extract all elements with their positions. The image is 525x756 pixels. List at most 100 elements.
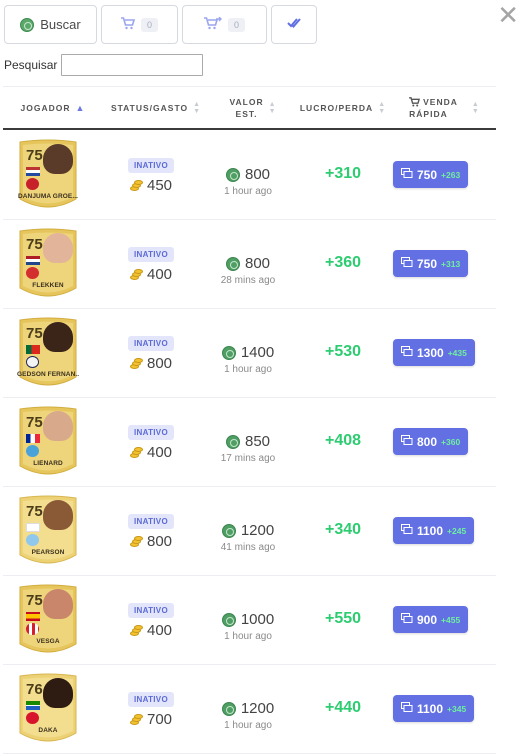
- coin-icon: [225, 256, 240, 271]
- sort-icon: ▲ ▼: [268, 101, 277, 115]
- table-row: 76 DAKA INATIVO 700 1200 1 hour ago +440…: [3, 665, 496, 754]
- status-cell: INATIVO 800: [111, 333, 191, 372]
- spent-value: 450: [146, 177, 173, 194]
- club-badge-icon: [26, 623, 39, 635]
- spent-value: 800: [146, 533, 173, 550]
- coins-icon: [129, 446, 143, 459]
- profit-value: +530: [324, 343, 362, 360]
- quick-sell-delta: +345: [447, 703, 467, 714]
- player-name: DANJUMA GROE...: [17, 193, 79, 200]
- quick-sell-icon: [401, 167, 413, 182]
- player-face: [43, 500, 73, 530]
- header-quick-sell[interactable]: VENDA RÁPIDA ▲ ▼: [393, 87, 496, 129]
- quick-sell-button[interactable]: 900 +455: [393, 606, 469, 633]
- profit-value: +408: [324, 432, 362, 449]
- status-badge: INATIVO: [128, 603, 174, 618]
- player-rating: 75: [26, 414, 43, 431]
- status-badge: INATIVO: [128, 425, 174, 440]
- club-badge-icon: [26, 534, 39, 546]
- header-player[interactable]: JOGADOR ▲: [3, 87, 103, 129]
- search-input[interactable]: [61, 54, 204, 76]
- quick-sell-delta: +313: [441, 258, 461, 269]
- player-card[interactable]: 76 DAKA: [17, 673, 79, 746]
- table-row: 75 GEDSON FERNAN... INATIVO 800 1400 1 h…: [3, 309, 496, 398]
- club-badge-icon: [26, 712, 39, 724]
- coin-icon: [20, 17, 35, 32]
- updated-time: 1 hour ago: [224, 631, 272, 642]
- updated-time: 1 hour ago: [224, 186, 272, 197]
- player-card[interactable]: 75 VESGA: [17, 584, 79, 657]
- profit-value: +440: [324, 699, 362, 716]
- player-rating: 76: [26, 681, 43, 698]
- player-card[interactable]: 75 LIÉNARD: [17, 406, 79, 479]
- updated-time: 1 hour ago: [224, 364, 272, 375]
- cart-button[interactable]: 0: [101, 5, 178, 44]
- header-profit[interactable]: LUCRO/PERDA ▲ ▼: [298, 87, 388, 129]
- toolbar: Buscar 0 0: [4, 5, 317, 44]
- value-cell: 850 17 mins ago: [198, 433, 298, 464]
- player-face: [43, 233, 73, 263]
- quick-sell-price: 1300: [417, 345, 444, 360]
- player-rating: 75: [26, 325, 43, 342]
- status-badge: INATIVO: [128, 158, 174, 173]
- quick-sell-button[interactable]: 1300 +435: [393, 339, 475, 366]
- player-card[interactable]: 75 GEDSON FERNAN...: [17, 317, 79, 390]
- club-badge-icon: [26, 356, 39, 368]
- quick-sell-icon: [401, 523, 413, 538]
- double-check-icon: [287, 16, 301, 34]
- flag-icon: [26, 701, 40, 710]
- player-rating: 75: [26, 147, 43, 164]
- player-rating: 75: [26, 236, 43, 253]
- updated-time: 41 mins ago: [220, 542, 276, 553]
- quick-sell-icon: [401, 612, 413, 627]
- club-badge-icon: [26, 267, 39, 279]
- player-name: FLEKKEN: [32, 282, 64, 289]
- table-row: 75 LIÉNARD INATIVO 400 850 17 mins ago +…: [3, 398, 496, 487]
- transfer-count: 0: [227, 17, 245, 32]
- player-face: [43, 411, 73, 441]
- coins-icon: [129, 357, 143, 370]
- buscar-button[interactable]: Buscar: [4, 5, 97, 44]
- status-badge: INATIVO: [128, 247, 174, 262]
- quick-sell-price: 1100: [417, 701, 444, 716]
- quick-sell-button[interactable]: 1100 +245: [393, 517, 475, 544]
- quick-sell-button[interactable]: 750 +263: [393, 161, 469, 188]
- player-card[interactable]: 75 FLEKKEN: [17, 228, 79, 301]
- table-row: 75 VESGA INATIVO 400 1000 1 hour ago +55…: [3, 576, 496, 665]
- coins-icon: [129, 713, 143, 726]
- value-cell: 800 1 hour ago: [198, 166, 298, 197]
- sort-icon: ▲ ▼: [378, 101, 387, 115]
- header-player-label: JOGADOR: [20, 103, 71, 113]
- spent-value: 400: [146, 622, 173, 639]
- value-cell: 1200 41 mins ago: [198, 522, 298, 553]
- close-icon[interactable]: ✕: [497, 2, 519, 28]
- quick-sell-delta: +245: [447, 525, 467, 536]
- quick-sell-button[interactable]: 750 +313: [393, 250, 469, 277]
- coin-icon: [221, 523, 236, 538]
- player-card[interactable]: 75 PEARSON: [17, 495, 79, 568]
- header-value[interactable]: VALOR EST. ▲ ▼: [208, 87, 298, 129]
- profit-value: +340: [324, 521, 362, 538]
- club-badge-icon: [26, 445, 39, 457]
- player-name: PEARSON: [31, 549, 65, 556]
- flag-icon: [26, 434, 40, 443]
- transfer-cart-button[interactable]: 0: [182, 5, 267, 44]
- quick-sell-button[interactable]: 1100 +345: [393, 695, 475, 722]
- flag-icon: [26, 523, 40, 532]
- estimated-value: 1200: [240, 700, 275, 717]
- quick-sell-delta: +263: [441, 169, 461, 180]
- updated-time: 28 mins ago: [220, 275, 276, 286]
- check-all-button[interactable]: [271, 5, 317, 44]
- coins-icon: [129, 535, 143, 548]
- quick-sell-button[interactable]: 800 +360: [393, 428, 469, 455]
- profit-value: +310: [324, 165, 362, 182]
- value-cell: 1200 1 hour ago: [198, 700, 298, 731]
- value-cell: 800 28 mins ago: [198, 255, 298, 286]
- player-card[interactable]: 75 DANJUMA GROE...: [17, 139, 79, 212]
- cart-icon: [120, 17, 136, 32]
- status-cell: INATIVO 400: [111, 244, 191, 283]
- sort-icon: ▲ ▼: [471, 101, 480, 115]
- header-value-label-2: EST.: [235, 109, 258, 119]
- table-row: 75 DANJUMA GROE... INATIVO 450 800 1 hou…: [3, 131, 496, 220]
- header-status[interactable]: STATUS/GASTO ▲ ▼: [106, 87, 206, 129]
